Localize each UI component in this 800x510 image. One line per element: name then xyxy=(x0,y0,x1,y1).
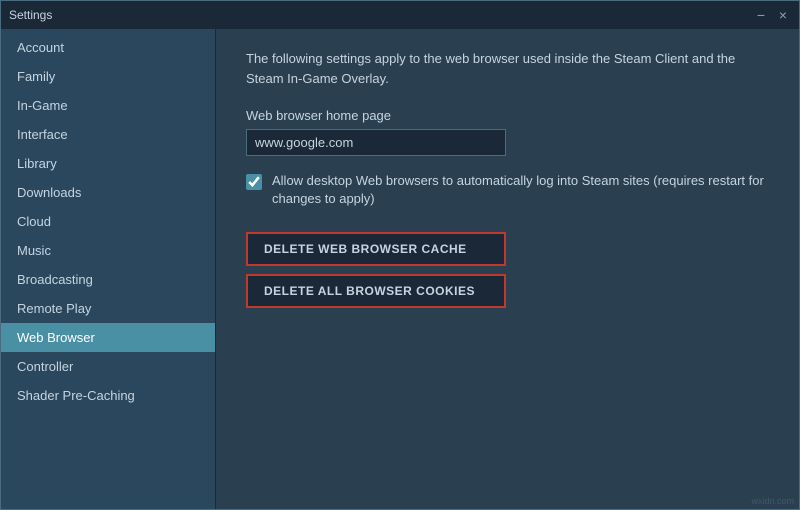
title-bar-controls: − × xyxy=(753,8,791,22)
sidebar-item-remote-play[interactable]: Remote Play xyxy=(1,294,215,323)
checkbox-label[interactable]: Allow desktop Web browsers to automatica… xyxy=(272,172,769,208)
watermark: wxidn.com xyxy=(751,496,794,506)
sidebar-item-family[interactable]: Family xyxy=(1,62,215,91)
sidebar-item-cloud[interactable]: Cloud xyxy=(1,207,215,236)
sidebar-item-web-browser[interactable]: Web Browser xyxy=(1,323,215,352)
sidebar-item-interface[interactable]: Interface xyxy=(1,120,215,149)
sidebar-item-shader-pre-caching[interactable]: Shader Pre-Caching xyxy=(1,381,215,410)
delete-cookies-button[interactable]: DELETE ALL BROWSER COOKIES xyxy=(246,274,506,308)
auto-login-checkbox[interactable] xyxy=(246,174,262,190)
homepage-input[interactable] xyxy=(246,129,506,156)
homepage-label: Web browser home page xyxy=(246,108,769,123)
minimize-button[interactable]: − xyxy=(753,8,769,22)
description-text: The following settings apply to the web … xyxy=(246,49,769,88)
sidebar-item-account[interactable]: Account xyxy=(1,33,215,62)
settings-window: Settings − × Account Family In-Game Inte… xyxy=(0,0,800,510)
sidebar-item-music[interactable]: Music xyxy=(1,236,215,265)
sidebar-item-controller[interactable]: Controller xyxy=(1,352,215,381)
delete-cache-button[interactable]: DELETE WEB BROWSER CACHE xyxy=(246,232,506,266)
sidebar: Account Family In-Game Interface Library… xyxy=(1,29,216,509)
checkbox-row: Allow desktop Web browsers to automatica… xyxy=(246,172,769,208)
sidebar-item-broadcasting[interactable]: Broadcasting xyxy=(1,265,215,294)
close-button[interactable]: × xyxy=(775,8,791,22)
sidebar-item-library[interactable]: Library xyxy=(1,149,215,178)
sidebar-item-downloads[interactable]: Downloads xyxy=(1,178,215,207)
sidebar-item-in-game[interactable]: In-Game xyxy=(1,91,215,120)
content-area: Account Family In-Game Interface Library… xyxy=(1,29,799,509)
checkbox-container xyxy=(246,174,262,193)
window-title: Settings xyxy=(9,8,52,22)
title-bar: Settings − × xyxy=(1,1,799,29)
main-content: The following settings apply to the web … xyxy=(216,29,799,509)
